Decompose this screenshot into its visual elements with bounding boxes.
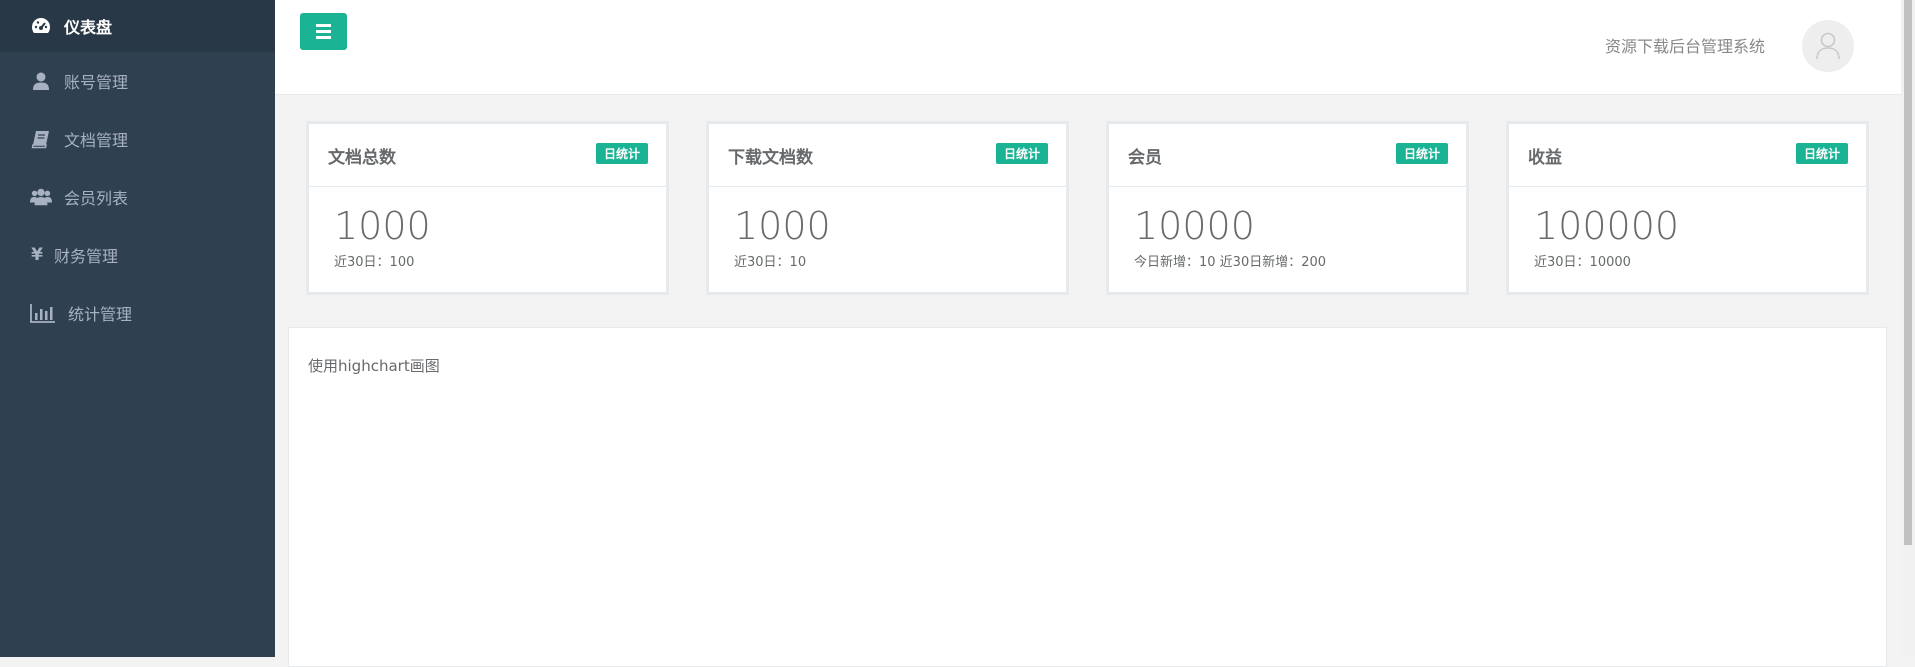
- sidebar-item-documents[interactable]: 文档管理: [0, 110, 275, 168]
- system-title: 资源下载后台管理系统: [1604, 37, 1765, 56]
- users-icon: [30, 187, 52, 207]
- status-badge: 日统计: [995, 143, 1048, 164]
- scrollbar-thumb[interactable]: [1904, 0, 1912, 545]
- card-header: 会员 日统计: [1109, 124, 1466, 187]
- sidebar-item-members[interactable]: 会员列表: [0, 168, 275, 226]
- stat-value: 1000: [734, 204, 831, 248]
- avatar-icon: [1816, 32, 1840, 60]
- page-scrollbar[interactable]: [1901, 0, 1915, 657]
- stat-subtext: 近30日：10: [734, 255, 807, 270]
- status-badge: 日统计: [1395, 143, 1448, 164]
- sidebar-item-label: 文档管理: [64, 131, 129, 150]
- card-title: 文档总数: [328, 148, 396, 168]
- card-header: 收益 日统计: [1509, 124, 1866, 187]
- stat-subtext: 今日新增：10 近30日新增：200: [1134, 255, 1327, 270]
- chart-placeholder-text: 使用highchart画图: [308, 357, 440, 375]
- stat-subtext: 近30日：10000: [1534, 255, 1631, 270]
- stat-card-documents: 文档总数 日统计 1000 近30日：100: [306, 121, 669, 295]
- stat-value: 100000: [1534, 204, 1680, 248]
- user-icon: [30, 71, 52, 91]
- stat-value: 10000: [1134, 204, 1255, 248]
- status-badge: 日统计: [595, 143, 648, 164]
- card-header: 下载文档数 日统计: [709, 124, 1066, 187]
- sidebar-item-label: 财务管理: [54, 247, 119, 266]
- sidebar-item-dashboard[interactable]: 仪表盘: [0, 0, 275, 52]
- card-header: 文档总数 日统计: [309, 124, 666, 187]
- stat-subtext: 近30日：100: [334, 255, 415, 270]
- menu-icon: [316, 23, 331, 41]
- book-icon: [30, 129, 52, 149]
- dashboard-icon: [30, 16, 52, 36]
- sidebar-item-accounts[interactable]: 账号管理: [0, 52, 275, 110]
- menu-toggle-button[interactable]: [300, 13, 347, 50]
- bar-chart-icon: [30, 303, 56, 323]
- stat-card-members: 会员 日统计 10000 今日新增：10 近30日新增：200: [1106, 121, 1469, 295]
- sidebar-item-label: 仪表盘: [64, 18, 113, 37]
- stat-card-revenue: 收益 日统计 100000 近30日：10000: [1506, 121, 1869, 295]
- avatar[interactable]: [1802, 20, 1854, 72]
- top-navbar: 资源下载后台管理系统: [275, 0, 1901, 95]
- stat-value: 1000: [334, 204, 431, 248]
- sidebar-item-statistics[interactable]: 统计管理: [0, 284, 275, 342]
- card-title: 会员: [1128, 148, 1162, 168]
- sidebar-item-label: 统计管理: [68, 305, 133, 324]
- sidebar-item-label: 会员列表: [64, 189, 129, 208]
- stat-card-downloads: 下载文档数 日统计 1000 近30日：10: [706, 121, 1069, 295]
- chart-panel: 使用highchart画图: [288, 327, 1887, 667]
- status-badge: 日统计: [1795, 143, 1848, 164]
- yen-icon: ¥: [31, 245, 43, 265]
- card-title: 下载文档数: [728, 148, 813, 168]
- card-title: 收益: [1528, 148, 1562, 168]
- sidebar-item-finance[interactable]: ¥ 财务管理: [0, 226, 275, 284]
- sidebar: 仪表盘 账号管理 文档管理 会员列表 ¥ 财务管理 统计管理: [0, 0, 275, 657]
- sidebar-item-label: 账号管理: [64, 73, 129, 92]
